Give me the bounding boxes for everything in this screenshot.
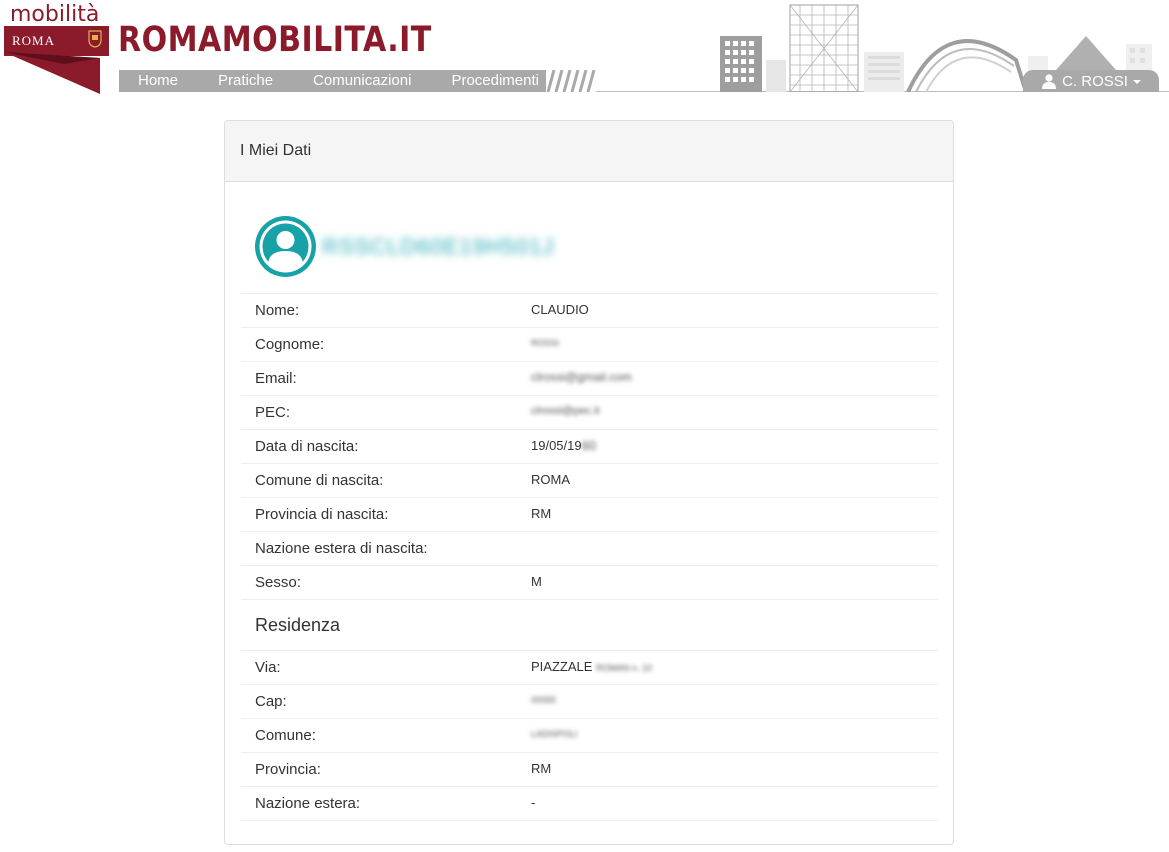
logo-roma-text: ROMA bbox=[12, 33, 56, 48]
address-visible-part: PIAZZALE bbox=[531, 658, 593, 674]
field-label: Sesso: bbox=[255, 574, 301, 591]
field-label: Provincia: bbox=[255, 761, 321, 778]
row-provincia: Provincia: RM bbox=[241, 752, 938, 786]
field-value: LADISPOLI bbox=[531, 729, 578, 739]
row-email: Email: clrossi@gmail.com bbox=[241, 361, 938, 395]
panel-title: I Miei Dati bbox=[240, 142, 312, 159]
field-label: Cognome: bbox=[255, 336, 325, 353]
user-menu-label: C. ROSSI bbox=[1062, 72, 1128, 90]
field-value: PIAZZALE ROMAN n. 10 bbox=[531, 659, 652, 674]
field-label: PEC: bbox=[255, 404, 291, 421]
residenza-heading: Residenza bbox=[241, 599, 938, 650]
field-value: RM bbox=[531, 760, 552, 776]
nav-hatch-decoration bbox=[546, 70, 596, 92]
nav-pratiche[interactable]: Pratiche bbox=[198, 70, 293, 92]
row-sesso: Sesso: M bbox=[241, 565, 938, 599]
field-label: Via: bbox=[255, 659, 281, 676]
row-cognome: Cognome: ROSSI bbox=[241, 327, 938, 361]
row-comune: Comune: LADISPOLI bbox=[241, 718, 938, 752]
panel-heading: I Miei Dati bbox=[225, 121, 953, 182]
field-value: - bbox=[531, 794, 536, 810]
user-menu-button[interactable]: C. ROSSI bbox=[1023, 70, 1159, 92]
field-label: Comune: bbox=[255, 727, 316, 744]
personal-data-list: Nome: CLAUDIO Cognome: ROSSI Email: clro… bbox=[241, 293, 938, 821]
field-value: ROMA bbox=[531, 471, 570, 487]
row-nazione-nascita: Nazione estera di nascita: bbox=[241, 531, 938, 565]
field-label: Email: bbox=[255, 370, 297, 387]
date-visible-part: 19/05/19 bbox=[531, 437, 582, 453]
nav-procedimenti[interactable]: Procedimenti bbox=[431, 70, 559, 92]
chevron-down-icon bbox=[1132, 80, 1141, 84]
site-brand-title[interactable]: ROMAMOBILITA.IT bbox=[118, 20, 432, 60]
field-value: M bbox=[531, 573, 542, 589]
logo-ribbon-icon bbox=[4, 52, 100, 94]
roma-crest-icon bbox=[88, 30, 102, 48]
field-value: 00055 bbox=[531, 695, 557, 705]
field-label: Nazione estera: bbox=[255, 795, 361, 812]
row-nome: Nome: CLAUDIO bbox=[241, 293, 938, 327]
field-value: clrossi@gmail.com bbox=[531, 370, 632, 384]
nav-home[interactable]: Home bbox=[119, 70, 198, 92]
row-cap: Cap: 00055 bbox=[241, 684, 938, 718]
avatar-icon bbox=[255, 216, 316, 277]
field-label: Comune di nascita: bbox=[255, 472, 384, 489]
row-via: Via: PIAZZALE ROMAN n. 10 bbox=[241, 650, 938, 684]
row-nazione-estera: Nazione estera: - bbox=[241, 786, 938, 820]
date-hidden-part: 60 bbox=[581, 437, 597, 453]
field-label: Nazione estera di nascita: bbox=[255, 540, 428, 557]
row-data-nascita: Data di nascita: 19/05/1960 bbox=[241, 429, 938, 463]
row-pec: PEC: clrossi@pec.it bbox=[241, 395, 938, 429]
row-comune-nascita: Comune di nascita: ROMA bbox=[241, 463, 938, 497]
codice-fiscale: RSSCLD60E19H501J bbox=[322, 233, 555, 259]
nav-comunicazioni[interactable]: Comunicazioni bbox=[293, 70, 431, 92]
field-value: CLAUDIO bbox=[531, 301, 589, 317]
row-provincia-nascita: Provincia di nascita: RM bbox=[241, 497, 938, 531]
field-value: RM bbox=[531, 505, 552, 521]
field-value: 19/05/1960 bbox=[531, 438, 596, 453]
site-header: mobilità ROMA ROMAMOBILITA.IT Home Prati… bbox=[0, 0, 1169, 100]
address-hidden-part: ROMAN n. 10 bbox=[596, 662, 653, 673]
user-icon bbox=[1042, 74, 1057, 89]
field-value: ROSSI bbox=[531, 338, 560, 348]
profile-header: RSSCLD60E19H501J bbox=[255, 216, 554, 277]
field-label: Provincia di nascita: bbox=[255, 506, 389, 523]
field-label: Nome: bbox=[255, 302, 300, 319]
field-label: Data di nascita: bbox=[255, 438, 359, 455]
my-data-panel: I Miei Dati RSSCLD60E19H501J Nome: CLAUD… bbox=[224, 120, 954, 845]
field-value: clrossi@pec.it bbox=[531, 405, 600, 417]
logo-mobilita-text: mobilità bbox=[10, 2, 100, 27]
main-nav: Home Pratiche Comunicazioni Procedimenti bbox=[119, 70, 546, 92]
field-label: Cap: bbox=[255, 693, 287, 710]
list-end-divider bbox=[241, 820, 938, 821]
